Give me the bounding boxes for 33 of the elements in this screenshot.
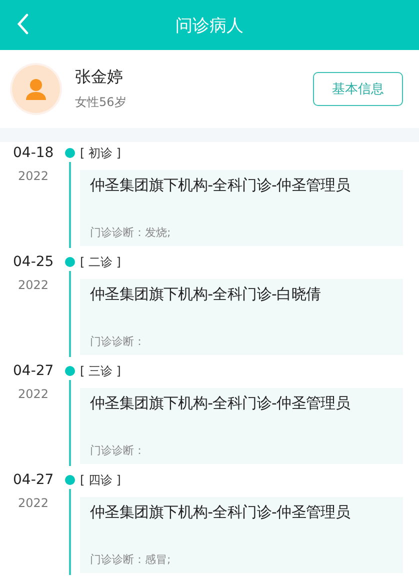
avatar-icon xyxy=(12,65,60,113)
visit-date: 04-25 xyxy=(13,254,54,270)
timeline-dot xyxy=(65,475,75,485)
patient-name: 张金婷 xyxy=(75,67,124,88)
visit-tag: [ 三诊 ] xyxy=(80,363,121,380)
timeline-dot xyxy=(65,257,75,267)
visit-year: 2022 xyxy=(18,169,49,183)
visit-year: 2022 xyxy=(18,278,49,292)
visit-tag: [ 二诊 ] xyxy=(80,254,121,271)
visit-card[interactable]: 仲圣集团旗下机构-全科门诊-仲圣管理员 门诊诊断： xyxy=(80,388,403,464)
clinic-title: 仲圣集团旗下机构-全科门诊-仲圣管理员 xyxy=(90,176,352,195)
visit-card[interactable]: 仲圣集团旗下机构-全科门诊-白晓倩 门诊诊断： xyxy=(80,279,403,355)
visit-tag: [ 初诊 ] xyxy=(80,145,121,162)
timeline-dot xyxy=(65,148,75,158)
patient-info: 女性56岁 xyxy=(75,94,128,111)
timeline-dot xyxy=(65,366,75,376)
clinic-title: 仲圣集团旗下机构-全科门诊-仲圣管理员 xyxy=(90,503,352,522)
visit-card[interactable]: 仲圣集团旗下机构-全科门诊-仲圣管理员 门诊诊断：感冒; xyxy=(80,497,403,573)
diagnosis-text: 门诊诊断： xyxy=(90,334,145,349)
visit-tag: [ 四诊 ] xyxy=(80,472,121,489)
visit-card[interactable]: 仲圣集团旗下机构-全科门诊-仲圣管理员 门诊诊断：发烧; xyxy=(80,170,403,246)
diagnosis-text: 门诊诊断： xyxy=(90,443,145,458)
visit-date: 04-18 xyxy=(13,145,54,161)
visit-year: 2022 xyxy=(18,387,49,401)
diagnosis-text: 门诊诊断：发烧; xyxy=(90,225,171,240)
back-icon xyxy=(17,13,29,35)
page-title: 问诊病人 xyxy=(176,14,244,36)
visit-date: 04-27 xyxy=(13,363,54,379)
clinic-title: 仲圣集团旗下机构-全科门诊-仲圣管理员 xyxy=(90,394,352,413)
visit-date: 04-27 xyxy=(13,472,54,488)
clinic-title: 仲圣集团旗下机构-全科门诊-白晓倩 xyxy=(90,285,322,304)
visit-year: 2022 xyxy=(18,496,49,510)
diagnosis-text: 门诊诊断：感冒; xyxy=(90,552,171,567)
